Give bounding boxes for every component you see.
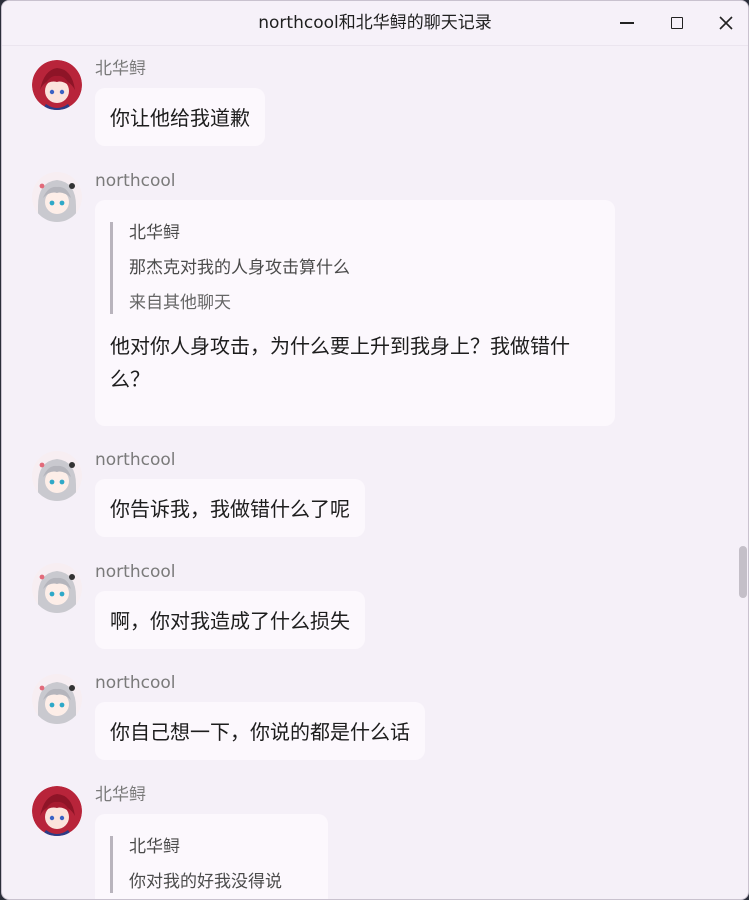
sender-name: 北华鲟: [95, 59, 146, 79]
maximize-button[interactable]: [654, 1, 700, 45]
sender-name: northcool: [95, 673, 176, 693]
message-list[interactable]: 北华鲟 你让他给我道歉 northcool 北华鲟 那杰克对我的人身攻击算什么 …: [2, 46, 748, 899]
silver-haired-avatar[interactable]: [32, 674, 82, 724]
quote-author: 北华鲟: [129, 223, 180, 243]
quote-text: 那杰克对我的人身攻击算什么: [129, 258, 350, 278]
sender-name: northcool: [95, 171, 176, 191]
silver-haired-avatar[interactable]: [32, 172, 82, 222]
quote-author: 北华鲟: [129, 837, 180, 857]
minimize-button[interactable]: [604, 1, 650, 45]
close-button[interactable]: [703, 1, 748, 45]
message-bubble[interactable]: 北华鲟 你对我的好我没得说: [95, 814, 328, 899]
message-bubble[interactable]: 你自己想一下，你说的都是什么话: [95, 702, 425, 760]
message-text: 他对你人身攻击，为什么要上升到我身上？我做错什么？: [110, 334, 570, 391]
silver-haired-avatar[interactable]: [32, 451, 82, 501]
message-text: 你告诉我，我做错什么了呢: [110, 497, 350, 521]
red-haired-avatar[interactable]: [32, 786, 82, 836]
message-text: 你自己想一下，你说的都是什么话: [110, 720, 410, 744]
message-bubble[interactable]: 啊，你对我造成了什么损失: [95, 591, 365, 649]
sender-name: 北华鲟: [95, 785, 146, 805]
sender-name: northcool: [95, 450, 176, 470]
message-bubble[interactable]: 北华鲟 那杰克对我的人身攻击算什么 来自其他聊天 他对你人身攻击，为什么要上升到…: [95, 200, 615, 426]
title-bar[interactable]: northcool和北华鲟的聊天记录: [2, 1, 748, 46]
message-text: 你让他给我道歉: [110, 106, 250, 130]
chat-history-window: northcool和北华鲟的聊天记录 北华鲟 你让他给我道歉 northcool…: [1, 0, 749, 900]
quoted-message[interactable]: 北华鲟 你对我的好我没得说: [110, 836, 313, 893]
quoted-message[interactable]: 北华鲟 那杰克对我的人身攻击算什么 来自其他聊天: [110, 222, 600, 314]
minimize-icon: [620, 22, 634, 24]
message-bubble[interactable]: 你告诉我，我做错什么了呢: [95, 479, 365, 537]
red-haired-avatar[interactable]: [32, 60, 82, 110]
sender-name: northcool: [95, 562, 176, 582]
message-bubble[interactable]: 你让他给我道歉: [95, 88, 265, 146]
message-text: 啊，你对我造成了什么损失: [110, 609, 350, 633]
close-icon: [719, 16, 733, 30]
quote-text: 你对我的好我没得说: [129, 872, 282, 892]
quote-source: 来自其他聊天: [129, 293, 231, 313]
scrollbar-thumb[interactable]: [739, 546, 747, 598]
silver-haired-avatar[interactable]: [32, 563, 82, 613]
maximize-icon: [671, 17, 683, 29]
